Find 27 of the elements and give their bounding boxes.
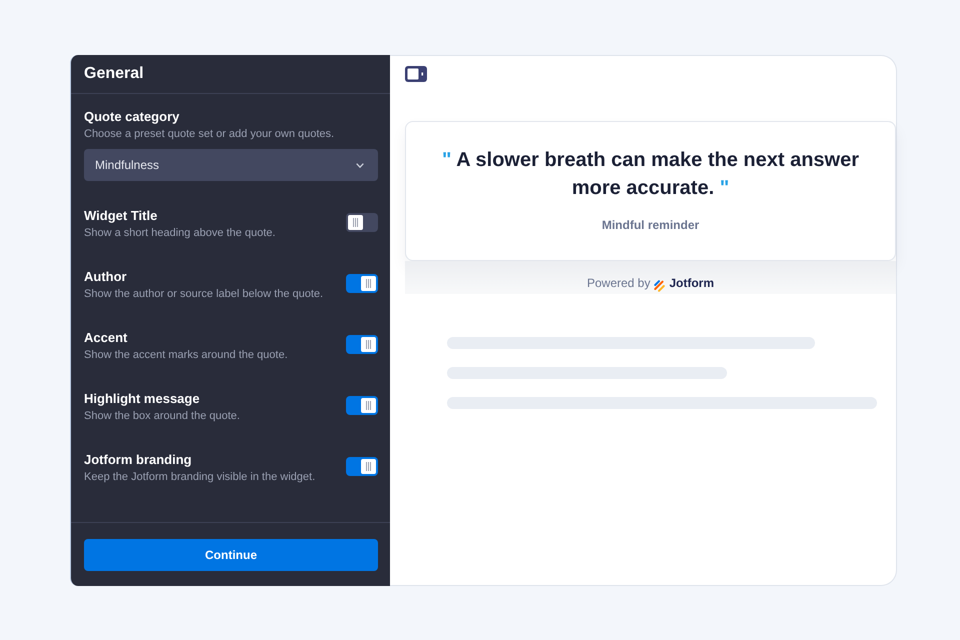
setting-description: Show a short heading above the quote. xyxy=(84,226,276,240)
setting-description: Show the accent marks around the quote. xyxy=(84,348,288,362)
sidebar-toggle-icon[interactable] xyxy=(405,66,427,82)
stripes-logo-icon xyxy=(654,280,666,292)
field-label: Quote category xyxy=(84,109,180,125)
toggle-switch[interactable] xyxy=(346,335,378,354)
quote-author: Mindful reminder xyxy=(600,217,700,234)
toggle-switch[interactable] xyxy=(346,457,378,476)
field-description: Choose a preset quote set or add your own quotes. xyxy=(84,127,336,141)
chevron-down-icon xyxy=(356,162,364,168)
powered-by-text: Powered by xyxy=(586,275,650,292)
category-dropdown[interactable]: Mindfulness xyxy=(84,149,378,181)
toggle-switch[interactable] xyxy=(346,396,378,415)
setting-description: Show the box around the quote. xyxy=(84,409,240,423)
setting-label: Widget Title xyxy=(84,208,158,224)
toggle-switch[interactable] xyxy=(346,274,378,293)
setting-label: Accent xyxy=(84,330,128,346)
continue-button[interactable]: Continue xyxy=(84,539,378,571)
setting-label: Highlight message xyxy=(84,391,201,407)
panel-title: General xyxy=(84,64,144,84)
setting-description: Keep the Jotform branding visible in the widget. xyxy=(84,470,316,484)
setting-description: Show the author or source label below the quote. xyxy=(84,287,324,301)
quote-text: " A slower breath can make the next answer more accurate. " xyxy=(440,148,860,201)
setting-label: Jotform branding xyxy=(84,452,193,468)
toggle-switch[interactable] xyxy=(346,213,378,232)
setting-label: Author xyxy=(84,269,128,285)
brand-name: Jotform xyxy=(669,275,714,292)
